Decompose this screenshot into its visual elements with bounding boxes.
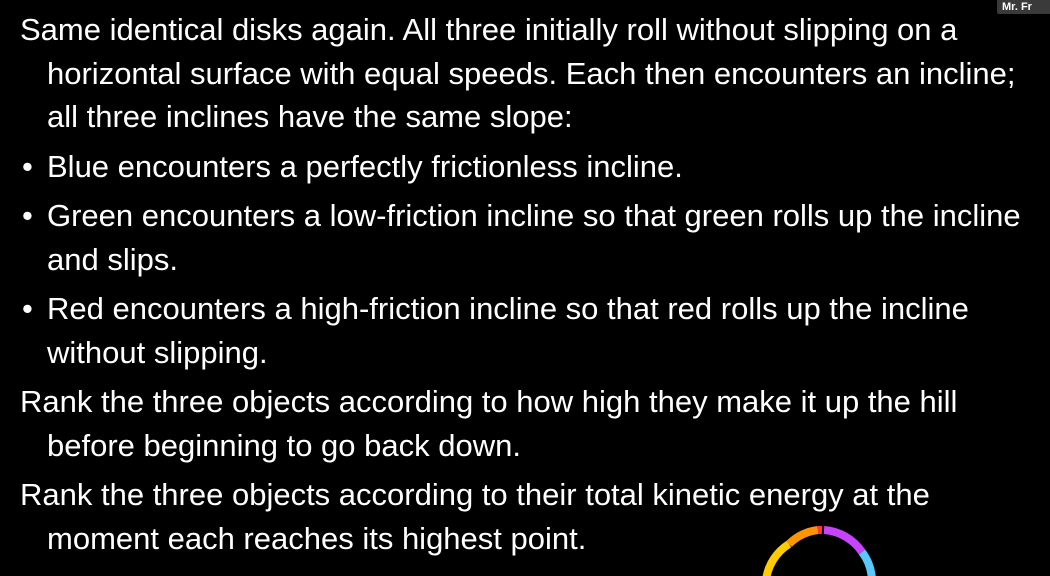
question-height: Rank the three objects according to how …	[20, 384, 958, 463]
bullet-icon: •	[22, 148, 33, 184]
bullet-icon: •	[22, 291, 33, 326]
slide: Mr. Fr Same identical disks again. All t…	[0, 0, 1050, 576]
timer-arc-orange	[786, 526, 819, 547]
timer-arc-blue	[858, 549, 876, 576]
bullet-green-text: Green encounters a low-friction incline …	[47, 198, 1021, 277]
slide-body: Same identical disks again. All three in…	[20, 8, 1035, 566]
bullet-red: • Red encounters a high-friction incline…	[20, 287, 1035, 374]
countdown-timer-icon	[762, 525, 876, 576]
intro-paragraph: Same identical disks again. All three in…	[20, 12, 1016, 134]
bullet-blue-text: Blue encounters a perfectly frictionless…	[47, 148, 683, 184]
bullet-icon: •	[22, 198, 33, 233]
bullet-green: • Green encounters a low-friction inclin…	[20, 194, 1035, 281]
bullet-red-text: Red encounters a high-friction incline s…	[47, 291, 969, 370]
bullet-blue: • Blue encounters a perfectly frictionle…	[20, 145, 1035, 189]
timer-arc-yellow	[762, 540, 792, 576]
timer-arc-purple	[823, 526, 866, 555]
